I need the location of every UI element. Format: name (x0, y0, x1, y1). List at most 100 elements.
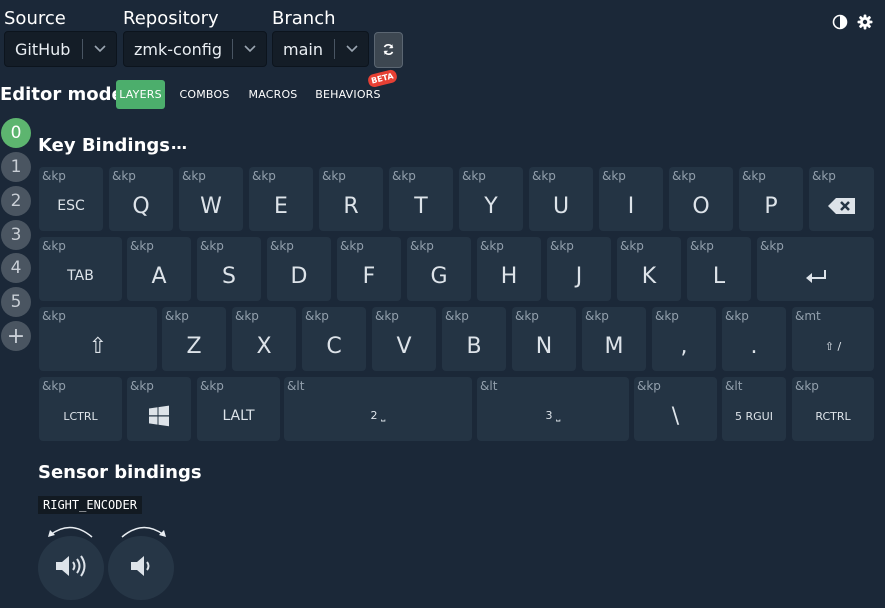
key-10[interactable]: &kp P (739, 167, 803, 231)
key-param: . (750, 333, 758, 359)
key-38[interactable]: &lt 3 ⎵ (477, 377, 629, 441)
key-param: P (764, 193, 778, 219)
key-9[interactable]: &kp O (669, 167, 733, 231)
key-35[interactable]: &kp (127, 377, 191, 441)
branch-label: Branch (272, 8, 336, 29)
key-33[interactable]: &mt ⇧ / (792, 307, 874, 371)
key-param: K (641, 263, 657, 289)
key-6[interactable]: &kp Y (459, 167, 523, 231)
key-41[interactable]: &kp RCTRL (792, 377, 874, 441)
refresh-button[interactable] (374, 32, 403, 68)
key-param: RCTRL (815, 409, 851, 423)
key-param: TAB (67, 268, 94, 284)
key-param: X (256, 333, 272, 359)
key-19[interactable]: &kp J (547, 237, 611, 301)
mode-tab-layers[interactable]: LAYERS (116, 80, 165, 109)
encoder-name: RIGHT_ENCODER (38, 496, 142, 514)
mode-tab-combos[interactable]: COMBOS (174, 80, 235, 109)
key-7[interactable]: &kp U (529, 167, 593, 231)
key-21[interactable]: &kp L (687, 237, 751, 301)
key-param: Z (186, 333, 202, 359)
add-layer-button[interactable]: + (1, 321, 31, 351)
key-param: D (290, 263, 308, 289)
key-param: N (535, 333, 553, 359)
layer-button-5[interactable]: 5 (1, 287, 31, 317)
key-36[interactable]: &kp LALT (197, 377, 280, 441)
encoder-cw-binding[interactable] (108, 536, 174, 600)
key-param: T (414, 193, 428, 219)
key-param: S (222, 263, 236, 289)
key-0[interactable]: &kp ESC (39, 167, 103, 231)
key-param: LALT (222, 408, 255, 424)
key-param: U (552, 193, 570, 219)
key-39[interactable]: &kp \ (634, 377, 717, 441)
key-40[interactable]: &lt 5 RGUI (722, 377, 786, 441)
source-select[interactable]: GitHub (4, 31, 117, 67)
key-5[interactable]: &kp T (389, 167, 453, 231)
source-value: GitHub (15, 39, 71, 59)
key-13[interactable]: &kp A (127, 237, 191, 301)
key-2[interactable]: &kp W (179, 167, 243, 231)
key-29[interactable]: &kp N (512, 307, 576, 371)
key-param: V (396, 333, 412, 359)
key-param: Y (484, 193, 498, 219)
key-param: O (692, 193, 710, 219)
key-16[interactable]: &kp F (337, 237, 401, 301)
key-param: ESC (57, 198, 85, 214)
key-17[interactable]: &kp G (407, 237, 471, 301)
source-label: Source (4, 8, 66, 29)
key-1[interactable]: &kp Q (109, 167, 173, 231)
mode-tab-macros[interactable]: MACROS (244, 80, 302, 109)
key-23[interactable]: &kp ⇧ (39, 307, 157, 371)
key-31[interactable]: &kp, (652, 307, 716, 371)
key-3[interactable]: &kp E (249, 167, 313, 231)
key-37[interactable]: &lt 2 ⎵ (284, 377, 472, 441)
layer-button-1[interactable]: 1 (1, 152, 31, 182)
repository-select[interactable]: zmk-config (123, 31, 267, 67)
branch-select[interactable]: main (272, 31, 369, 67)
volume-up-icon (54, 553, 88, 583)
key-28[interactable]: &kp B (442, 307, 506, 371)
key-12[interactable]: &kp TAB (39, 237, 122, 301)
key-param: ⇧ (88, 333, 108, 359)
key-param: L (712, 263, 726, 289)
layer-button-4[interactable]: 4 (1, 253, 31, 283)
layer-button-3[interactable]: 3 (1, 220, 31, 250)
key-param: I (627, 193, 635, 219)
key-32[interactable]: &kp. (722, 307, 786, 371)
chevron-down-icon (335, 45, 368, 53)
settings-gear-icon[interactable] (857, 14, 873, 30)
key-18[interactable]: &kp H (477, 237, 541, 301)
key-4[interactable]: &kp R (319, 167, 383, 231)
layer-button-2[interactable]: 2 (1, 186, 31, 216)
enter-icon (757, 251, 874, 301)
key-34[interactable]: &kp LCTRL (39, 377, 122, 441)
key-8[interactable]: &kp I (599, 167, 663, 231)
key-20[interactable]: &kp K (617, 237, 681, 301)
key-26[interactable]: &kp C (302, 307, 366, 371)
key-bindings-title: Key Bindings (38, 135, 171, 156)
key-param: 2 ⎵ (370, 409, 386, 422)
key-30[interactable]: &kp M (582, 307, 646, 371)
layer-button-0[interactable]: 0 (1, 118, 31, 148)
key-24[interactable]: &kp Z (162, 307, 226, 371)
key-11[interactable]: &kp (809, 167, 874, 231)
key-param: G (430, 263, 448, 289)
key-22[interactable]: &kp (757, 237, 874, 301)
key-25[interactable]: &kp X (232, 307, 296, 371)
encoder-ccw-binding[interactable] (38, 536, 104, 600)
key-bindings-menu-button[interactable]: … (171, 134, 187, 153)
key-27[interactable]: &kp V (372, 307, 436, 371)
theme-toggle-icon[interactable] (832, 14, 848, 30)
key-14[interactable]: &kp S (197, 237, 261, 301)
key-param: A (151, 263, 167, 289)
volume-down-icon (128, 553, 154, 583)
key-param: B (466, 333, 482, 359)
branch-value: main (283, 39, 323, 59)
key-15[interactable]: &kp D (267, 237, 331, 301)
editor-mode-title: Editor mode: (0, 84, 131, 105)
key-param: ⇧ / (824, 339, 842, 353)
windows-icon (127, 391, 191, 441)
key-param: Q (132, 193, 150, 219)
key-param: LCTRL (63, 409, 98, 423)
